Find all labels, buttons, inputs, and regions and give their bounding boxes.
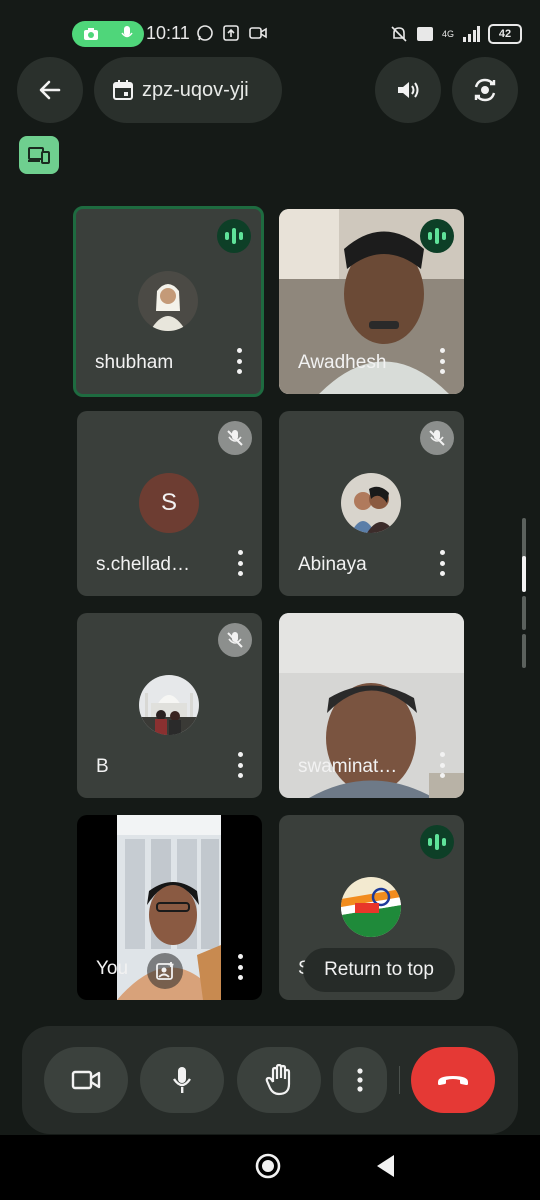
audio-output-button[interactable] [375, 57, 441, 123]
participant-tile-b[interactable]: B [77, 613, 262, 798]
participant-name: Abinaya [298, 554, 367, 575]
participant-tile-awadhesh[interactable]: Awadhesh [279, 209, 464, 394]
whatsapp-icon [197, 25, 213, 41]
more-options-icon[interactable] [438, 550, 446, 576]
participant-tile-schellad[interactable]: S s.chellad… [77, 411, 262, 596]
return-to-top-button[interactable]: Return to top [303, 948, 455, 992]
more-options-icon[interactable] [438, 348, 446, 374]
more-options-icon[interactable] [235, 348, 243, 374]
participant-name: B [96, 756, 109, 777]
battery-indicator: 42 [488, 24, 523, 44]
scroll-track-segment [522, 596, 526, 630]
system-navigation-bar [0, 1135, 540, 1200]
avatar [341, 877, 401, 937]
camera-toggle-button[interactable] [44, 1047, 128, 1113]
more-options-icon[interactable] [236, 752, 244, 778]
participant-name: Awadhesh [298, 352, 387, 373]
participant-name: s.chellad… [96, 554, 190, 575]
call-end-icon [438, 1076, 468, 1085]
more-options-icon[interactable] [236, 954, 244, 980]
participant-tile-shubham[interactable]: shubham [73, 206, 264, 397]
avatar-initial: S [160, 489, 177, 516]
cast-button[interactable] [19, 136, 59, 174]
mic-off-icon [218, 421, 252, 455]
speaking-indicator-icon [217, 219, 251, 253]
more-options-icon[interactable] [236, 550, 244, 576]
microphone-icon [121, 26, 133, 38]
video-status-icon [249, 27, 267, 39]
add-effects-button[interactable] [147, 953, 183, 989]
controls-divider [399, 1066, 400, 1094]
video-camera-icon [71, 1070, 101, 1090]
avatar [341, 473, 401, 533]
back-triangle-icon[interactable] [374, 1153, 398, 1179]
calendar-icon [113, 80, 133, 100]
scroll-thumb[interactable] [522, 556, 526, 592]
devices-icon [28, 147, 50, 164]
mic-off-icon [218, 623, 252, 657]
end-call-button[interactable] [411, 1047, 495, 1113]
signal-icon [463, 26, 481, 42]
switch-camera-button[interactable] [452, 57, 518, 123]
clock: 10:11 [146, 23, 190, 43]
portrait-add-icon [156, 962, 174, 980]
network-type: 4G [442, 29, 455, 39]
participant-name: swaminat… [298, 756, 398, 777]
participant-tile-swaminat[interactable]: swaminat… [279, 613, 464, 798]
hand-icon [265, 1064, 291, 1096]
switch-camera-icon [474, 78, 496, 102]
arrow-left-icon [39, 80, 61, 100]
avatar [138, 271, 198, 331]
participant-name: shubham [95, 352, 174, 373]
mic-off-icon [420, 421, 454, 455]
speaking-indicator-icon [420, 219, 454, 253]
volte-icon [417, 27, 433, 41]
scroll-track-segment [522, 634, 526, 668]
participant-name: You [96, 958, 129, 979]
speaking-indicator-icon [420, 825, 454, 859]
upload-icon [223, 25, 239, 41]
active-camera-mic-indicator [72, 21, 144, 47]
meeting-code: zpz-uqov-yji [142, 78, 249, 101]
speaker-icon [398, 82, 419, 98]
more-controls-button[interactable] [333, 1047, 387, 1113]
microphone-icon [173, 1067, 191, 1093]
raise-hand-button[interactable] [237, 1047, 321, 1113]
camera-icon [84, 28, 98, 40]
back-button[interactable] [17, 57, 83, 123]
status-bar: 10:11 4G 42 [0, 0, 540, 66]
participant-tile-self[interactable]: You [77, 815, 262, 1000]
meeting-info-button[interactable]: zpz-uqov-yji [94, 57, 282, 123]
notifications-off-icon [391, 26, 407, 42]
avatar [139, 675, 199, 735]
microphone-toggle-button[interactable] [140, 1047, 224, 1113]
more-options-icon[interactable] [438, 752, 446, 778]
more-vert-icon [357, 1068, 363, 1092]
participant-tile-abinaya[interactable]: Abinaya [279, 411, 464, 596]
avatar: S [139, 473, 199, 533]
home-icon[interactable] [254, 1152, 282, 1180]
